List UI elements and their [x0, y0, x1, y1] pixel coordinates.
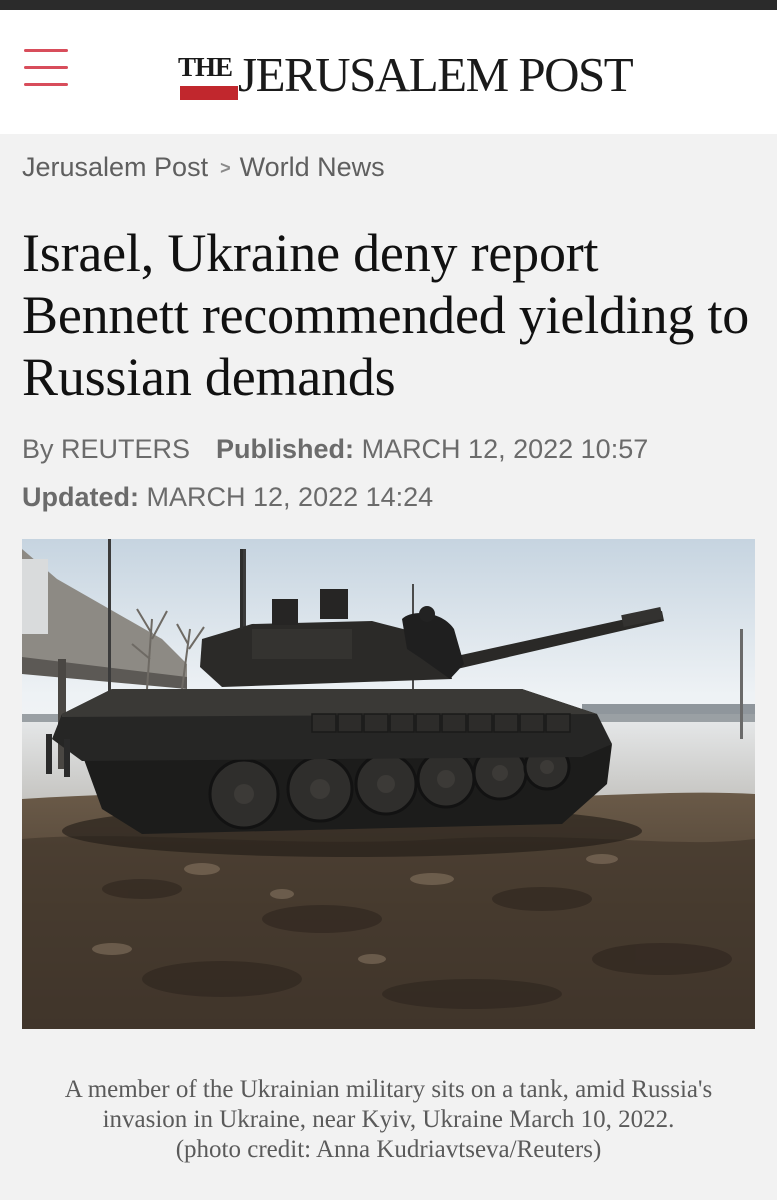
- site-logo[interactable]: THE JERUSALEM POST: [178, 47, 634, 110]
- photo-caption: A member of the Ukrainian military sits …: [22, 1075, 755, 1165]
- menu-line: [24, 66, 68, 69]
- status-bar: [0, 0, 777, 10]
- logo-red-bar: [180, 86, 238, 100]
- breadcrumb-separator: >: [220, 158, 231, 178]
- updated-date: MARCH 12, 2022 14:24: [146, 482, 434, 512]
- breadcrumb-home-link[interactable]: Jerusalem Post: [22, 152, 208, 183]
- breadcrumb-section-link[interactable]: World News: [240, 152, 385, 183]
- updated-label: Updated:: [22, 482, 139, 512]
- updated-line: Updated: MARCH 12, 2022 14:24: [22, 482, 433, 513]
- logo-name: JERUSALEM POST: [238, 47, 634, 102]
- author: By REUTERS: [22, 434, 191, 464]
- published-date: MARCH 12, 2022 10:57: [361, 434, 649, 464]
- published-label: Published:: [216, 434, 355, 464]
- photo-credit: (photo credit: Anna Kudriavtseva/Reuters…: [175, 1136, 602, 1163]
- article-title: Israel, Ukraine deny report Bennett reco…: [22, 223, 750, 407]
- tank-photo-image: [22, 539, 755, 1029]
- caption-text: A member of the Ukrainian military sits …: [64, 1076, 713, 1133]
- menu-line: [24, 83, 68, 86]
- logo-the-text: THE: [178, 52, 233, 82]
- logo-the: THE: [178, 50, 238, 100]
- byline: By REUTERS Published: MARCH 12, 2022 10:5…: [22, 434, 648, 465]
- article-photo[interactable]: [22, 539, 755, 1029]
- hamburger-menu-icon[interactable]: [24, 46, 70, 90]
- menu-line: [24, 49, 68, 52]
- breadcrumb: Jerusalem Post > World News: [22, 152, 385, 183]
- site-header: THE JERUSALEM POST: [0, 10, 777, 134]
